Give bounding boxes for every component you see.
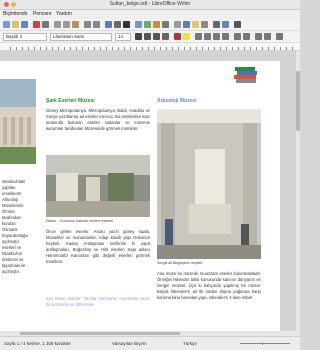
vertical-scroll-thumb[interactable] <box>296 71 300 131</box>
arkeoloji-statue-photo <box>157 109 261 259</box>
paragraph-style-select[interactable]: Başlık 3 <box>3 33 47 41</box>
cini-muze-link[interactable]: Çini Müze eserler: Yazılar mermerler mer… <box>46 296 150 308</box>
increase-indent-icon[interactable] <box>255 33 262 40</box>
vertical-scrollbar[interactable] <box>296 51 300 331</box>
arkeoloji-paragraph: Ana müze bu müzede muazzam eserler bulun… <box>157 271 261 300</box>
insert-textbox-icon[interactable] <box>162 21 169 28</box>
underline-icon[interactable] <box>153 33 160 40</box>
zoom-slider[interactable] <box>240 343 290 344</box>
hyperlink-icon[interactable] <box>183 21 190 28</box>
align-center-icon[interactable] <box>204 33 211 40</box>
bullet-list-icon[interactable] <box>234 33 241 40</box>
save-icon[interactable] <box>21 21 28 28</box>
special-character-icon[interactable] <box>174 21 181 28</box>
sark-eserleri-caption: Zaban -- Kuzumuz bulunan medeni eserleri <box>46 219 114 223</box>
insert-image-icon[interactable] <box>144 21 151 28</box>
track-changes-icon[interactable] <box>201 21 208 28</box>
insert-chart-icon[interactable] <box>153 21 160 28</box>
font-size-select[interactable]: 14 <box>115 33 131 41</box>
undo-icon[interactable] <box>84 21 91 28</box>
document-canvas[interactable]: Istanbul'daki yapılan emeklerim Arkeoloj… <box>0 51 296 331</box>
new-document-icon[interactable] <box>3 21 10 28</box>
menu-format[interactable]: Biçimlendir <box>3 11 27 17</box>
bold-icon[interactable] <box>135 33 142 40</box>
formatting-marks-icon[interactable] <box>123 21 130 28</box>
horizontal-scroll-thumb[interactable] <box>20 332 180 335</box>
left-column-text: Istanbul'daki yapılan emeklerim Arkeoloj… <box>2 179 28 274</box>
sidebar-toggle-icon[interactable] <box>234 21 241 28</box>
arkeoloji-caption: Sevgili ait Bülgüçlerin heykeli <box>157 261 203 265</box>
insert-line-icon[interactable] <box>213 21 220 28</box>
sark-eserleri-paragraph-2: Önce girilen eserler. Asuru yazılı güney… <box>46 229 150 264</box>
highlight-color-icon[interactable] <box>183 33 190 40</box>
open-folder-icon[interactable] <box>12 21 19 28</box>
horizontal-ruler[interactable] <box>0 43 300 51</box>
page-style[interactable]: Varsayılan Biçem <box>112 341 147 346</box>
print-icon[interactable] <box>42 21 49 28</box>
standard-toolbar <box>0 19 300 31</box>
menu-window[interactable]: Pencere <box>33 11 52 17</box>
title-bar: Sultan_belge.odt - LibreOffice Writer <box>0 0 300 10</box>
numbered-list-icon[interactable] <box>243 33 250 40</box>
spellcheck-icon[interactable] <box>114 21 121 28</box>
basic-shapes-icon[interactable] <box>222 21 229 28</box>
status-bar: Sayfa 1 / 4 kelime, 1.308 karakter Varsa… <box>0 336 300 350</box>
line-spacing-icon[interactable] <box>276 33 283 40</box>
insert-table-icon[interactable] <box>135 21 142 28</box>
stacked-books-icon <box>234 67 257 83</box>
sark-eserleri-photo <box>46 155 150 217</box>
paste-icon[interactable] <box>72 21 79 28</box>
document-page[interactable]: Istanbul'daki yapılan emeklerim Arkeoloj… <box>0 61 280 331</box>
decrease-indent-icon[interactable] <box>264 33 271 40</box>
page-word-count[interactable]: Sayfa 1 / 4 kelime, 1.308 karakter <box>4 341 71 346</box>
cut-icon[interactable] <box>54 21 61 28</box>
italic-icon[interactable] <box>144 33 151 40</box>
ruler-ticks <box>10 47 294 50</box>
font-color-icon[interactable] <box>174 33 181 40</box>
istanbul-museum-photo <box>0 79 36 164</box>
font-name-select[interactable]: Liberation Sans <box>50 33 112 41</box>
window-title: Sultan_belge.odt - LibreOffice Writer <box>109 1 191 7</box>
comment-icon[interactable] <box>192 21 199 28</box>
menu-help[interactable]: Yardım <box>56 11 72 17</box>
formatting-toolbar: Başlık 3 Liberation Sans 14 <box>0 31 300 43</box>
sark-eserleri-paragraph-1: Güney Mezopotamya, Mezopotamya, Babil, A… <box>46 108 150 131</box>
redo-icon[interactable] <box>93 21 100 28</box>
justify-icon[interactable] <box>222 33 229 40</box>
align-left-icon[interactable] <box>195 33 202 40</box>
document-language[interactable]: Türkçe <box>183 341 197 346</box>
arkeoloji-muzesi-heading: Arkeoloji Müzesi <box>157 98 197 104</box>
sark-eserleri-heading: Şark Eserleri Müzesi <box>46 98 95 104</box>
menu-bar: Biçimlendir Pencere Yardım <box>0 10 300 19</box>
align-right-icon[interactable] <box>213 33 220 40</box>
copy-icon[interactable] <box>63 21 70 28</box>
export-pdf-icon[interactable] <box>33 21 40 28</box>
libreoffice-writer-window: Sultan_belge.odt - LibreOffice Writer Bi… <box>0 0 300 350</box>
strikethrough-icon[interactable] <box>162 33 169 40</box>
find-replace-icon[interactable] <box>105 21 112 28</box>
